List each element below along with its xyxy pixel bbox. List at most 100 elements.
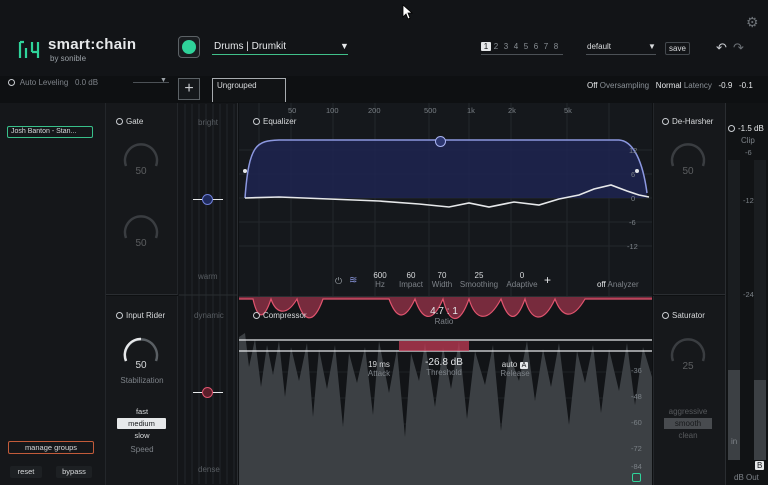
power-icon <box>728 125 735 132</box>
release-auto-badge[interactable]: A <box>519 362 529 369</box>
input-rider-title-label: Input Rider <box>126 311 166 320</box>
oversampling-state[interactable]: Off <box>587 81 598 90</box>
analyzer-state: off <box>597 280 606 289</box>
speed-slow[interactable]: slow <box>116 431 168 440</box>
preset-name[interactable]: Drums | Drumkit <box>214 41 286 52</box>
release-control[interactable]: auto A Release <box>492 360 538 378</box>
gate-knob-1-value: 50 <box>135 166 147 177</box>
eq-param-hz-label: Hz <box>375 280 385 289</box>
preset-bank-dropdown-icon[interactable]: ▼ <box>648 42 656 51</box>
slot-5[interactable]: 5 <box>521 42 531 51</box>
save-button[interactable]: save <box>665 42 690 55</box>
style-clean[interactable]: clean <box>662 431 714 440</box>
meter-tick-6: -6 <box>745 148 752 157</box>
chevron-down-icon[interactable]: ▼ <box>160 77 167 84</box>
power-icon[interactable] <box>116 118 123 125</box>
add-group-button[interactable]: + <box>178 78 200 100</box>
undo-icon[interactable]: ↶ <box>716 40 727 56</box>
power-icon[interactable] <box>8 79 15 86</box>
input-rider-panel <box>106 296 178 485</box>
attack-value: 19 ms <box>368 360 390 369</box>
saturator-knob[interactable] <box>667 333 709 363</box>
freq-tick-100: 100 <box>326 106 339 115</box>
saturator-title-label: Saturator <box>672 311 705 320</box>
attack-control[interactable]: 19 ms Attack <box>362 360 396 378</box>
dynamic-balance-handle[interactable] <box>202 387 213 398</box>
meter-in-label: in <box>731 437 738 446</box>
ratio-control[interactable]: 4.7 : 1 Ratio <box>414 306 474 326</box>
eq-param-adaptive-label: Adaptive <box>506 280 538 289</box>
eq-param-impact-label: Impact <box>398 280 423 289</box>
compressor-title-label: Compressor <box>263 311 307 320</box>
eq-param-impact[interactable]: 60 Impact <box>396 271 426 289</box>
stabilization-label: Stabilization <box>120 376 164 385</box>
eq-param-adaptive[interactable]: 0 Adaptive <box>502 271 542 289</box>
power-icon[interactable] <box>253 312 260 319</box>
speed-label: Speed <box>130 445 154 454</box>
eq-param-smoothing[interactable]: 25 Smoothing <box>458 271 500 289</box>
release-value: auto <box>501 360 518 369</box>
manage-groups-button[interactable]: manage groups <box>8 441 94 454</box>
eq-band-handle[interactable] <box>435 136 446 147</box>
output-meter-level <box>754 380 766 460</box>
dynamic-label: dynamic <box>194 311 224 320</box>
oversampling-label: Oversampling <box>599 81 650 90</box>
slot-3[interactable]: 3 <box>501 42 511 51</box>
slot-4[interactable]: 4 <box>511 42 521 51</box>
compressor-title: Compressor <box>253 311 307 320</box>
power-icon[interactable] <box>662 312 669 319</box>
slot-7[interactable]: 7 <box>541 42 551 51</box>
reset-button[interactable]: reset <box>10 466 42 478</box>
power-icon[interactable] <box>662 118 669 125</box>
level-right: -0.1 <box>738 81 753 90</box>
gate-knob-1[interactable] <box>120 138 162 168</box>
eq-param-smoothing-label: Smoothing <box>459 280 499 289</box>
preset-bank-select[interactable]: default <box>587 42 611 51</box>
eq-power-icon[interactable]: ⏻ <box>335 276 342 287</box>
saturator-panel <box>653 296 725 485</box>
latency-label: Latency <box>683 81 712 90</box>
redo-icon[interactable]: ↷ <box>733 40 744 56</box>
de-harsher-knob[interactable] <box>667 138 709 168</box>
analyzer-toggle[interactable]: off Analyzer <box>597 280 639 289</box>
power-icon[interactable] <box>253 118 260 125</box>
stabilization-knob[interactable] <box>120 333 162 363</box>
speed-medium[interactable]: medium <box>117 418 166 429</box>
de-harsher-title-label: De-Harsher <box>672 117 714 126</box>
add-band-icon[interactable]: + <box>544 273 551 287</box>
track-chip[interactable]: Josh Banton - Stan... <box>7 126 93 138</box>
slot-6[interactable]: 6 <box>531 42 541 51</box>
analyzer-label: Analyzer <box>607 280 639 289</box>
preset-underline <box>212 54 348 55</box>
db-tick-minus12: -12 <box>627 242 638 251</box>
slot-2[interactable]: 2 <box>491 42 501 51</box>
clip-control[interactable]: -1.5 dB <box>728 124 764 133</box>
speed-fast[interactable]: fast <box>116 407 168 416</box>
bypass-button[interactable]: bypass <box>56 466 92 478</box>
threshold-value: -26.8 dB <box>425 357 463 368</box>
db-tick-0: 0 <box>631 194 636 203</box>
latency-mode[interactable]: Normal <box>656 81 682 90</box>
style-aggressive[interactable]: aggressive <box>662 407 714 416</box>
threshold-control[interactable]: -26.8 dB Threshold <box>414 357 474 377</box>
slot-1[interactable]: 1 <box>481 42 491 51</box>
eq-param-width-value: 70 <box>437 271 447 280</box>
eq-mode-icon[interactable]: ≋ <box>349 275 357 286</box>
mouse-cursor-icon <box>402 4 414 20</box>
sidechain-icon[interactable] <box>632 473 641 482</box>
output-badge[interactable]: B <box>755 461 765 470</box>
preset-dropdown-icon[interactable]: ▼ <box>340 41 349 51</box>
eq-param-hz[interactable]: 600 Hz <box>366 271 394 289</box>
auto-leveling-value[interactable]: 0.0 dB <box>75 78 98 87</box>
gate-knob-2[interactable] <box>120 210 162 240</box>
slot-8[interactable]: 8 <box>551 42 561 51</box>
gear-icon[interactable]: ⚙ <box>746 14 759 31</box>
eq-param-adaptive-value: 0 <box>519 271 525 280</box>
style-smooth[interactable]: smooth <box>664 418 712 429</box>
saturator-title: Saturator <box>662 311 705 320</box>
power-icon[interactable] <box>116 312 123 319</box>
equalizer-graph[interactable] <box>239 103 652 296</box>
equalizer-title-label: Equalizer <box>263 117 297 126</box>
tone-balance-handle[interactable] <box>202 194 213 205</box>
eq-param-width[interactable]: 70 Width <box>428 271 456 289</box>
